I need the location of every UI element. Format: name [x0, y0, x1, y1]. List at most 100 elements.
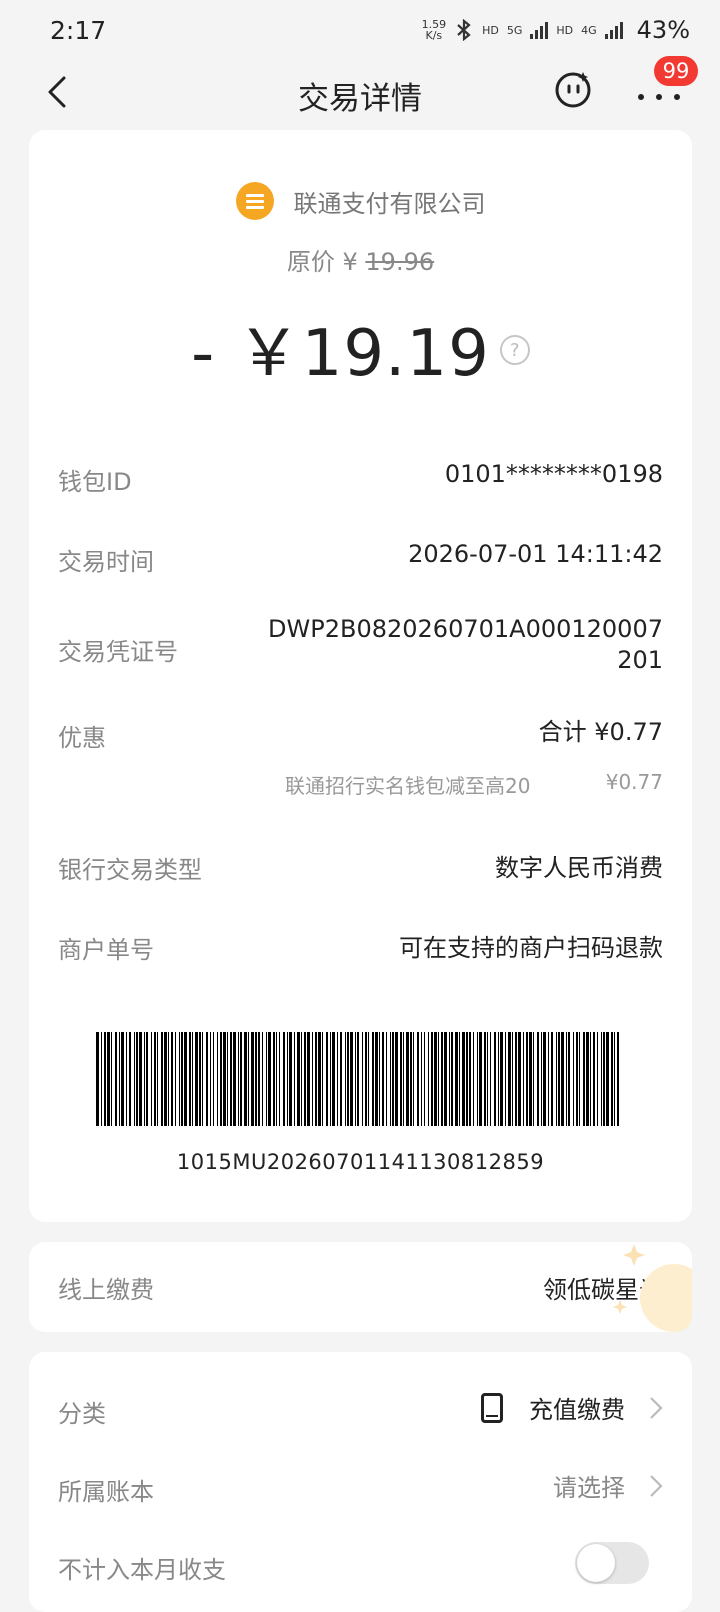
- barcode-bar: [240, 1032, 242, 1126]
- barcode-bar: [365, 1032, 367, 1126]
- hd-label-2: HD: [556, 23, 574, 37]
- voucher-no-line1: DWP2B0820260701A000120007: [268, 615, 663, 643]
- barcode-bar: [154, 1032, 156, 1126]
- original-price-label: 原价 ¥: [286, 248, 358, 276]
- barcode-bar: [505, 1032, 506, 1126]
- barcode-bar: [611, 1032, 613, 1126]
- barcode-bar: [199, 1032, 201, 1126]
- barcode-bar: [168, 1032, 169, 1126]
- barcode-bar: [518, 1032, 521, 1126]
- barcode[interactable]: [96, 1032, 619, 1126]
- barcode-bar: [459, 1032, 460, 1126]
- barcode-bar: [556, 1032, 557, 1126]
- barcode-bar: [543, 1032, 546, 1126]
- barcode-bar: [157, 1032, 158, 1126]
- barcode-bar: [441, 1032, 443, 1126]
- voucher-no-value: DWP2B0820260701A000120007 201: [268, 614, 663, 676]
- status-time: 2:17: [50, 15, 107, 45]
- barcode-bar: [238, 1032, 239, 1126]
- barcode-bar: [322, 1032, 323, 1126]
- transaction-card: 联通支付有限公司 原价 ¥ 19.96 - ￥19.19 ? 钱包ID 0101…: [29, 130, 692, 1222]
- barcode-bar: [449, 1032, 450, 1126]
- phone-icon: [481, 1392, 503, 1423]
- barcode-bar: [551, 1032, 553, 1126]
- help-icon[interactable]: ?: [499, 335, 530, 365]
- barcode-bar: [96, 1032, 99, 1126]
- online-payment-card[interactable]: 线上缴费 领低碳星光: [29, 1242, 692, 1332]
- barcode-bar: [403, 1032, 404, 1126]
- voucher-no-label: 交易凭证号: [58, 638, 178, 666]
- barcode-bar: [315, 1032, 317, 1126]
- barcode-bar: [139, 1032, 142, 1126]
- barcode-bar: [255, 1032, 257, 1126]
- barcode-bar: [583, 1032, 585, 1126]
- barcode-bar: [375, 1032, 378, 1126]
- barcode-bar: [273, 1032, 275, 1126]
- barcode-bar: [541, 1032, 542, 1126]
- barcode-bar: [568, 1032, 570, 1126]
- barcode-bar: [126, 1032, 127, 1126]
- merchant-logo-icon: [235, 182, 274, 220]
- bluetooth-icon: [457, 19, 471, 41]
- trade-time-value: 2026-07-01 14:11:42: [408, 540, 663, 568]
- barcode-bar: [428, 1032, 429, 1126]
- barcode-bar: [451, 1032, 453, 1126]
- barcode-bar: [512, 1032, 513, 1126]
- barcode-bar: [362, 1032, 363, 1126]
- trade-time-label: 交易时间: [58, 548, 154, 576]
- assistant-bot-icon[interactable]: [552, 68, 594, 110]
- barcode-bar: [561, 1032, 564, 1126]
- barcode-bar: [171, 1032, 173, 1126]
- category-selector[interactable]: 充值缴费: [481, 1390, 663, 1425]
- barcode-bar: [248, 1032, 249, 1126]
- barcode-bar: [318, 1032, 321, 1126]
- barcode-bar: [477, 1032, 478, 1126]
- barcode-bar: [617, 1032, 619, 1126]
- barcode-bar: [573, 1032, 574, 1126]
- transaction-amount: - ￥19.19: [191, 317, 490, 391]
- chevron-right-icon: [650, 1474, 663, 1497]
- barcode-bar: [424, 1032, 425, 1126]
- barcode-bar: [279, 1032, 280, 1126]
- amount-row: - ￥19.19 ?: [29, 302, 692, 394]
- ledger-selector[interactable]: 请选择: [553, 1468, 663, 1503]
- barcode-bar: [579, 1032, 580, 1126]
- barcode-bar: [523, 1032, 524, 1126]
- barcode-bar: [417, 1032, 419, 1126]
- barcode-bar: [392, 1032, 394, 1126]
- barcode-bar: [283, 1032, 285, 1126]
- barcode-bar: [508, 1032, 511, 1126]
- barcode-bar: [606, 1032, 609, 1126]
- barcode-bar: [350, 1032, 353, 1126]
- barcode-bar: [179, 1032, 180, 1126]
- barcode-bar: [119, 1032, 120, 1126]
- barcode-bar: [266, 1032, 267, 1126]
- barcode-bar: [213, 1032, 214, 1126]
- original-price: 原价 ¥ 19.96: [29, 242, 692, 277]
- barcode-bar: [473, 1032, 474, 1126]
- barcode-bar: [614, 1032, 615, 1126]
- barcode-bar: [590, 1032, 591, 1126]
- bookkeeping-card: 分类 充值缴费 所属账本 请选择 不计入本月收支: [29, 1352, 692, 1612]
- network-type-1: 5G: [506, 23, 523, 37]
- barcode-bar: [357, 1032, 359, 1126]
- barcode-bar: [332, 1032, 335, 1126]
- barcode-bar: [233, 1032, 236, 1126]
- barcode-bar: [395, 1032, 398, 1126]
- signal-icon-1: [530, 21, 549, 39]
- barcode-bar: [566, 1032, 567, 1126]
- barcode-bar: [223, 1032, 226, 1126]
- barcode-bar: [262, 1032, 263, 1126]
- barcode-bar: [107, 1032, 110, 1126]
- notification-badge: 99: [654, 56, 698, 86]
- barcode-bar: [192, 1032, 193, 1126]
- network-type-2: 4G: [581, 23, 597, 37]
- barcode-bar: [136, 1032, 138, 1126]
- barcode-bar: [276, 1032, 277, 1126]
- merchant-name: 联通支付有限公司: [293, 189, 486, 218]
- barcode-bar: [268, 1032, 271, 1126]
- barcode-bar: [345, 1032, 346, 1126]
- category-label: 分类: [58, 1400, 106, 1428]
- barcode-bar: [526, 1032, 528, 1126]
- exclude-toggle[interactable]: [575, 1542, 649, 1584]
